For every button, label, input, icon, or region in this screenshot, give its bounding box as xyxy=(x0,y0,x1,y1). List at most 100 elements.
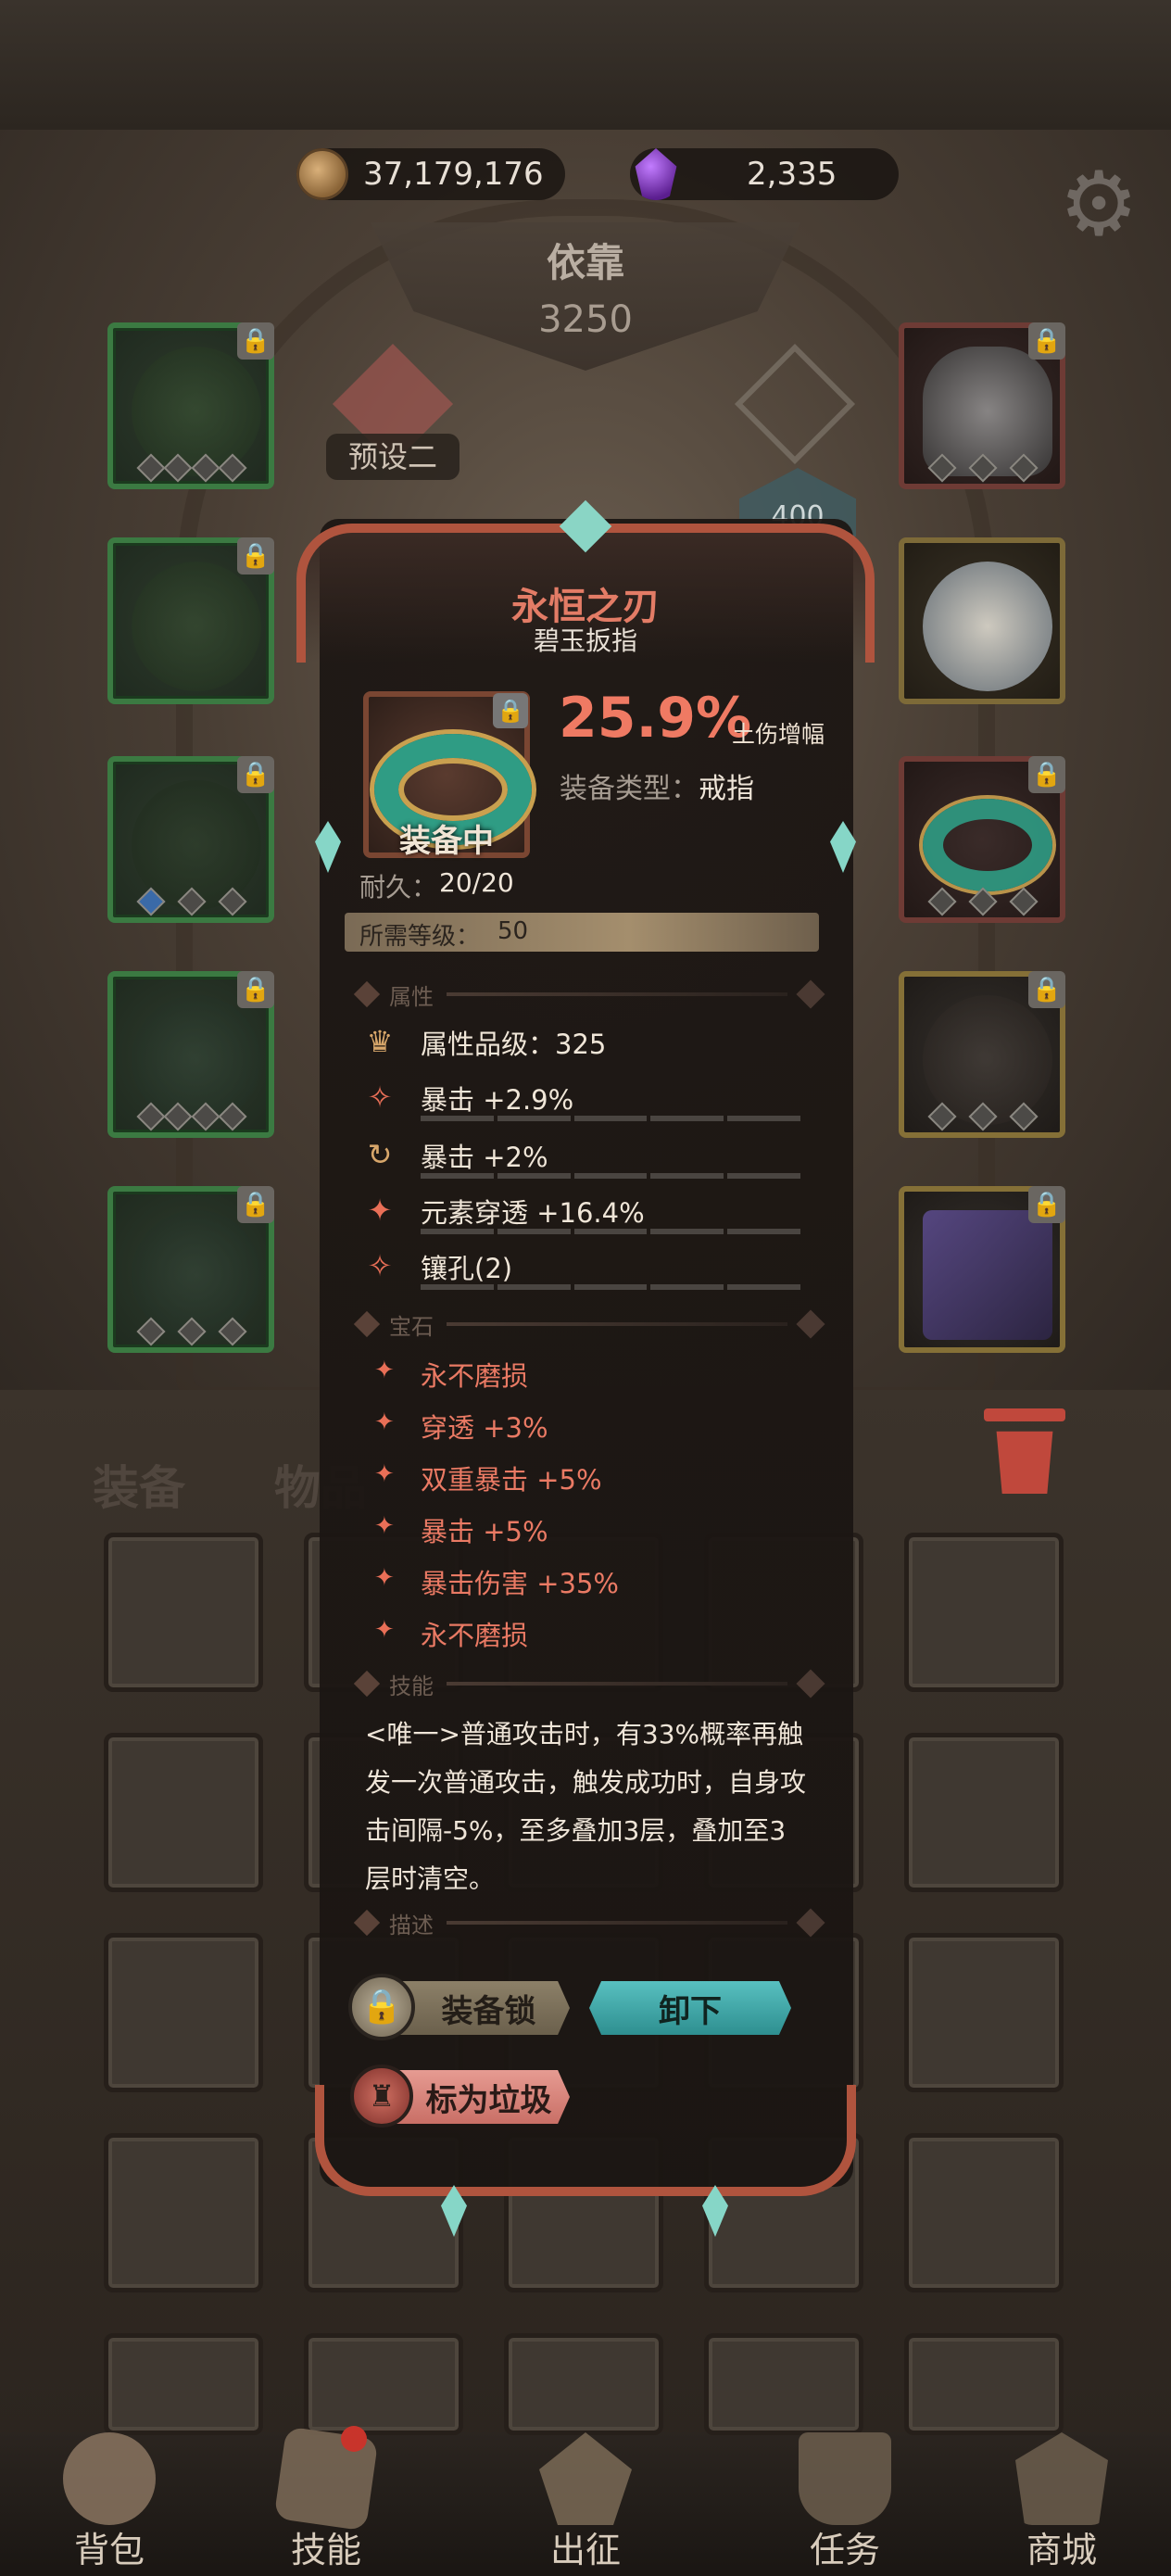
equip-slot-right-1[interactable]: 🔒 xyxy=(899,322,1065,489)
lock-icon: 🔒 xyxy=(237,537,274,575)
equipped-status: 装备中 xyxy=(399,823,494,860)
nav-expedition[interactable]: 出征 xyxy=(493,2432,678,2576)
inventory-cell[interactable] xyxy=(904,1533,1064,1692)
inventory-cell[interactable] xyxy=(104,2333,263,2435)
lock-icon: 🔒 xyxy=(1028,322,1065,360)
gem-row: ✦ 永不磨损 xyxy=(374,1357,529,1392)
unequip-button[interactable]: 卸下 xyxy=(589,1981,791,2035)
inventory-cell[interactable] xyxy=(104,2133,263,2292)
nav-quests[interactable]: 任务 xyxy=(752,2432,938,2576)
gem-star-icon: ✦ xyxy=(374,1616,395,1644)
pierce-icon: ✦ xyxy=(367,1193,393,1228)
section-header-description: 描述 xyxy=(353,1908,825,1938)
inventory-cell[interactable] xyxy=(104,1933,263,2092)
section-header-gems: 宝石 xyxy=(353,1309,825,1340)
lock-icon: 🔒 xyxy=(493,693,528,728)
settings-gear-icon[interactable]: ⚙ xyxy=(1051,156,1147,252)
gem-counter[interactable]: 2,335 xyxy=(630,148,899,200)
sword-map-icon xyxy=(539,2432,632,2525)
section-header-attributes: 属性 xyxy=(353,979,825,1010)
slot-gem-sockets xyxy=(136,887,247,916)
notification-dot xyxy=(341,2426,367,2452)
equip-slot-left-2[interactable]: 🔒 xyxy=(107,537,274,704)
attribute-roll-bar xyxy=(421,1229,800,1234)
inventory-cell[interactable] xyxy=(704,2333,863,2435)
shop-crest-icon xyxy=(1015,2432,1108,2525)
gold-counter[interactable]: 37,179,176 xyxy=(296,148,565,200)
lock-icon: 🔒 xyxy=(237,756,274,793)
equip-slot-right-4[interactable]: 🔒 xyxy=(899,971,1065,1138)
inventory-cell[interactable] xyxy=(104,1533,263,1692)
slot-gem-sockets xyxy=(927,453,1039,483)
slot-gem-sockets xyxy=(136,453,247,483)
backpack-icon xyxy=(63,2432,156,2525)
lock-icon: 🔒 xyxy=(1028,756,1065,793)
gem-star-icon: ✦ xyxy=(374,1408,395,1436)
gem-star-icon: ✦ xyxy=(374,1564,395,1592)
socket-icon: ✧ xyxy=(367,1248,393,1283)
equip-slot-left-4[interactable]: 🔒 xyxy=(107,971,274,1138)
ring-icon xyxy=(923,799,1052,891)
durability-value: 20/20 xyxy=(439,867,514,898)
cycle-icon: ↻ xyxy=(367,1137,393,1172)
equip-slot-left-3[interactable]: 🔒 xyxy=(107,756,274,923)
gem-star-icon: ✦ xyxy=(374,1460,395,1488)
lock-icon: 🔒 xyxy=(237,971,274,1008)
combat-power: 3250 xyxy=(538,298,633,341)
lock-icon: 🔒 xyxy=(1028,971,1065,1008)
item-subname: 碧玉扳指 xyxy=(533,625,637,656)
required-level-value: 50 xyxy=(497,917,529,945)
slot-gem-sockets xyxy=(136,1317,247,1346)
lantern-trash-icon[interactable]: ♜ xyxy=(350,2065,413,2128)
slot-gem-sockets xyxy=(927,887,1039,916)
preset-selector[interactable]: 预设二 xyxy=(326,434,460,480)
lock-icon: 🔒 xyxy=(237,322,274,360)
inventory-cell[interactable] xyxy=(904,2133,1064,2292)
padlock-icon[interactable]: 🔒 xyxy=(348,1974,415,2040)
lock-icon: 🔒 xyxy=(1028,1186,1065,1223)
attribute-roll-bar xyxy=(421,1284,800,1290)
skill-description: <唯一>普通攻击时，有33%概率再触发一次普通攻击，触发成功时，自身攻击间隔-5… xyxy=(365,1719,807,1894)
durability-label: 耐久： xyxy=(359,872,438,903)
inventory-cell[interactable] xyxy=(904,1933,1064,2092)
attribute-roll-bar xyxy=(421,1116,800,1121)
attribute-row: ✦ 元素穿透 +16.4% xyxy=(359,1186,804,1238)
gem-star-icon: ✦ xyxy=(374,1512,395,1540)
weapon-icon xyxy=(923,1210,1052,1340)
gold-amount: 37,179,176 xyxy=(363,156,544,193)
nav-shop[interactable]: 商城 xyxy=(969,2432,1154,2576)
slot-gem-sockets xyxy=(927,1102,1039,1131)
gem-row: ✦ 双重暴击 +5% xyxy=(374,1460,602,1496)
necklace-icon xyxy=(923,562,1052,691)
attribute-row: ♛ 属性品级：325 xyxy=(359,1017,804,1069)
equip-slot-right-5[interactable]: 🔒 xyxy=(899,1186,1065,1353)
gem-row: ✦ 永不磨损 xyxy=(374,1616,529,1651)
inventory-cell[interactable] xyxy=(504,2333,663,2435)
equip-slot-right-2[interactable] xyxy=(899,537,1065,704)
top-bar-background xyxy=(0,0,1171,130)
lock-icon: 🔒 xyxy=(237,1186,274,1223)
inventory-cell[interactable] xyxy=(904,2333,1064,2435)
attribute-row: ✧ 镶孔(2) xyxy=(359,1242,804,1294)
slot-gem-sockets xyxy=(136,1102,247,1131)
equip-slot-left-1[interactable]: 🔒 xyxy=(107,322,274,489)
inventory-cell[interactable] xyxy=(904,1733,1064,1892)
cloak-icon xyxy=(132,562,261,691)
tab-equipment[interactable]: 装备 xyxy=(93,1451,185,1518)
section-header-skills: 技能 xyxy=(353,1669,825,1699)
nav-backpack[interactable]: 背包 xyxy=(17,2432,202,2576)
gold-coin-icon xyxy=(296,148,348,200)
attribute-row: ✧ 暴击 +2.9% xyxy=(359,1073,804,1125)
inventory-cell[interactable] xyxy=(304,2333,463,2435)
loadout-name: 依靠 xyxy=(546,240,624,285)
inventory-cell[interactable] xyxy=(104,1733,263,1892)
purple-gem-icon xyxy=(635,148,677,200)
gem-row: ✦ 暴击 +5% xyxy=(374,1512,548,1547)
attribute-roll-bar xyxy=(421,1173,800,1179)
equip-slot-right-3[interactable]: 🔒 xyxy=(899,756,1065,923)
main-stat-value: 25.9% xyxy=(559,686,752,751)
equip-slot-left-5[interactable]: 🔒 xyxy=(107,1186,274,1353)
gem-row: ✦ 暴击伤害 +35% xyxy=(374,1564,619,1599)
equipment-type-value: 戒指 xyxy=(699,773,754,805)
nav-skills[interactable]: 技能 xyxy=(233,2426,419,2576)
